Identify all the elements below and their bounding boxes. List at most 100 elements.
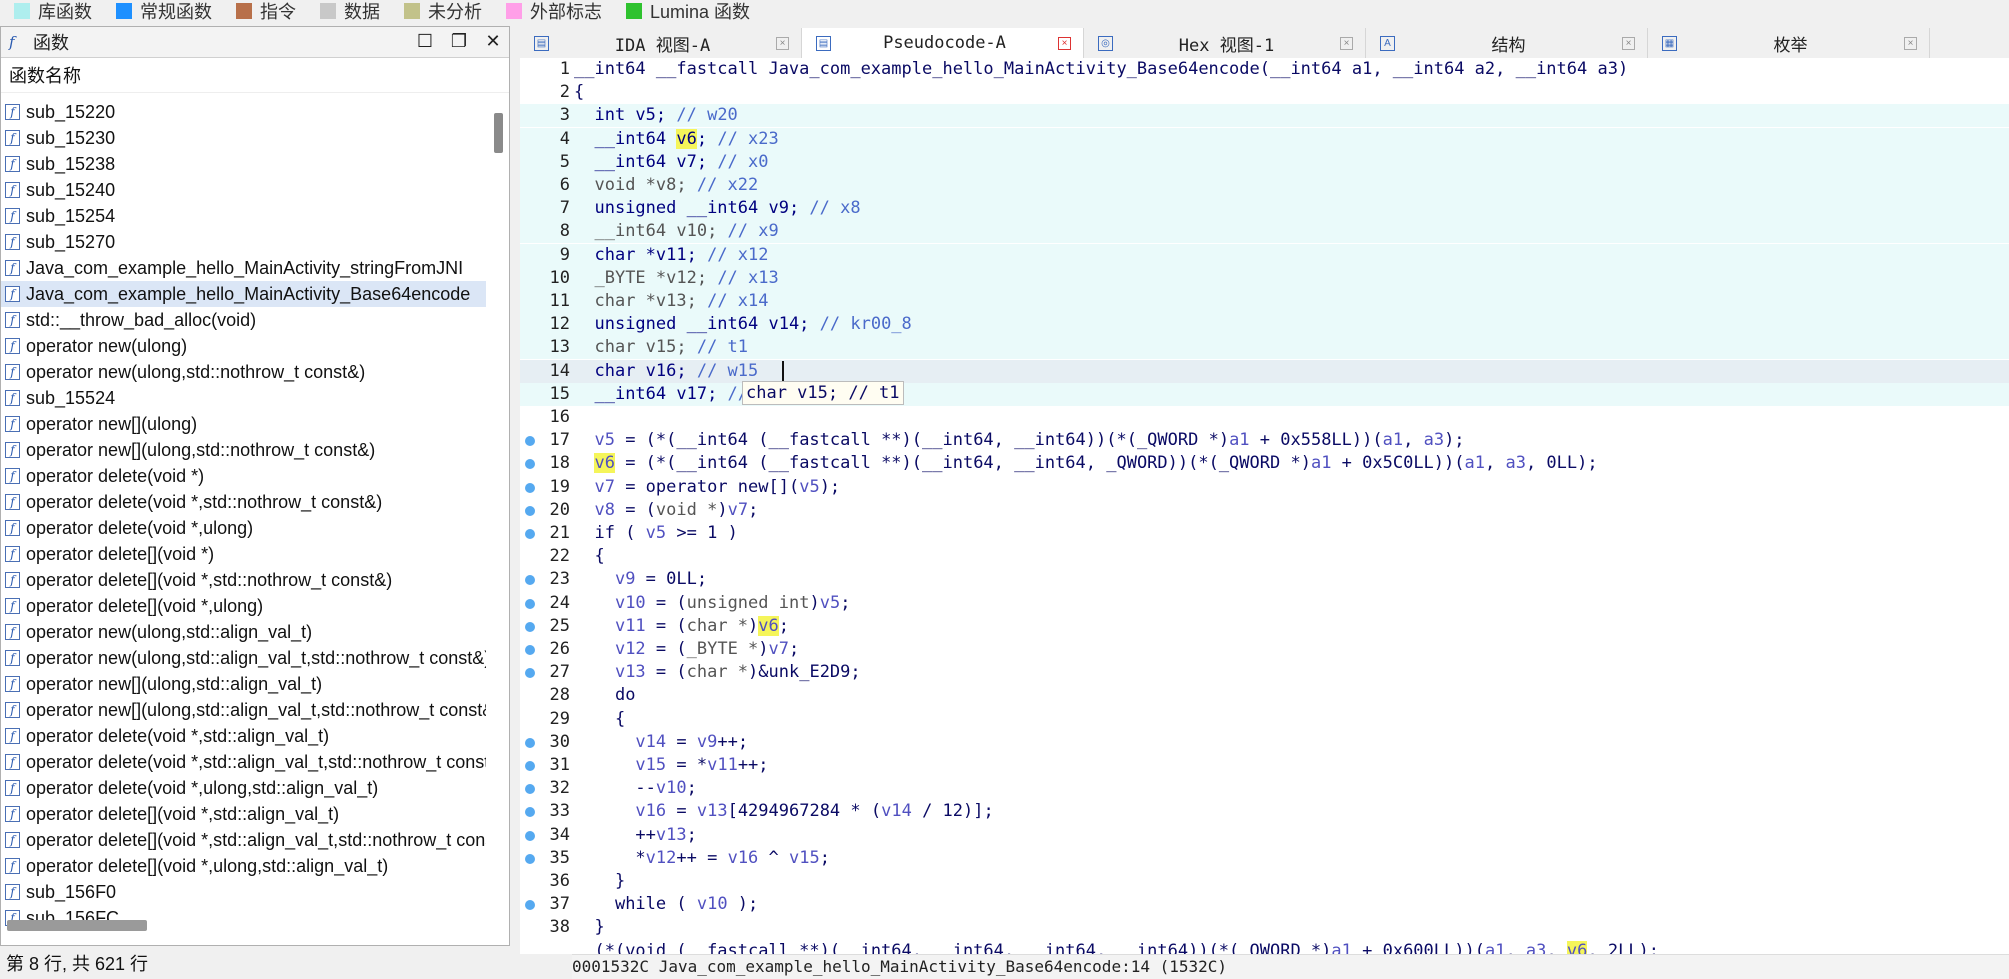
code-line[interactable]: 19 v7 = operator new[](v5); xyxy=(520,476,2009,499)
function-icon: f xyxy=(5,806,20,822)
function-list-item[interactable]: f operator new(ulong) xyxy=(1,333,486,359)
code-line[interactable]: 28 do xyxy=(520,684,2009,707)
function-list-item[interactable]: f sub_15230 xyxy=(1,125,486,151)
function-list-item[interactable]: f operator delete[](void *,std::nothrow_t… xyxy=(1,567,486,593)
horizontal-scrollbar[interactable] xyxy=(7,920,147,931)
function-list-item[interactable]: f operator new[](ulong) xyxy=(1,411,486,437)
function-list-item[interactable]: f operator delete[](void *,ulong) xyxy=(1,593,486,619)
tab-close-icon[interactable]: × xyxy=(1340,36,1353,50)
code-line[interactable]: 20 v8 = (void *)v7; xyxy=(520,499,2009,522)
code-line[interactable]: 31 v15 = *v11++; xyxy=(520,754,2009,777)
code-line[interactable]: 16 xyxy=(520,406,2009,429)
code-line[interactable]: 37 while ( v10 ); xyxy=(520,893,2009,916)
column-header-function-name[interactable]: 函数名称 xyxy=(1,58,509,93)
code-line[interactable]: 12 unsigned __int64 v14; // kr00_8 xyxy=(520,313,2009,337)
code-line[interactable]: 18 v6 = (*(__int64 (__fastcall **)(__int… xyxy=(520,452,2009,475)
function-list-item[interactable]: f sub_15238 xyxy=(1,151,486,177)
function-list-item[interactable]: f sub_15240 xyxy=(1,177,486,203)
function-list-item[interactable]: f operator delete(void *,std::align_val_t… xyxy=(1,749,486,775)
function-list-item[interactable]: f Java_com_example_hello_MainActivity_Bas… xyxy=(1,281,486,307)
function-list-item[interactable]: f operator delete(void *,ulong,std::align… xyxy=(1,775,486,801)
function-icon: f xyxy=(5,546,20,562)
tab-close-icon[interactable]: × xyxy=(1622,36,1635,50)
code-line[interactable]: 1 __int64 __fastcall Java_com_example_hel… xyxy=(520,58,2009,81)
tab-0[interactable]: ▤ IDA 视图-A × xyxy=(520,28,802,58)
tab-4[interactable]: ▦ 枚举 × xyxy=(1648,28,1930,58)
code-line[interactable]: 4 __int64 v6; // x23 xyxy=(520,127,2009,151)
code-line[interactable]: 30 v14 = v9++; xyxy=(520,731,2009,754)
function-list-item[interactable]: f operator new[](ulong,std::align_val_t,s… xyxy=(1,697,486,723)
code-line[interactable]: 2{ xyxy=(520,81,2009,104)
code-line[interactable]: 14 char v16; // w15 xyxy=(520,359,2009,383)
code-line[interactable]: 3 int v5; // w20 xyxy=(520,104,2009,128)
code-line[interactable]: 7 unsigned __int64 v9; // x8 xyxy=(520,197,2009,221)
function-list-item[interactable]: f Java_com_example_hello_MainActivity_str… xyxy=(1,255,486,281)
function-list-item[interactable]: f operator delete(void *,std::align_val_t… xyxy=(1,723,486,749)
restore-icon[interactable]: ❐ xyxy=(449,31,469,52)
code-line[interactable]: 29 { xyxy=(520,708,2009,731)
function-list-item[interactable]: f sub_15254 xyxy=(1,203,486,229)
code-text: v14 = v9++; xyxy=(635,731,749,752)
code-line[interactable]: (*(void (__fastcall **)(__int64, __int64… xyxy=(520,940,2009,954)
tab-close-icon[interactable]: × xyxy=(1058,36,1071,50)
function-list-status: 第 8 行, 共 621 行 xyxy=(6,954,149,974)
code-line[interactable]: 25 v11 = (char *)v6; xyxy=(520,615,2009,638)
function-list-item[interactable]: f operator new(ulong,std::align_val_t,std… xyxy=(1,645,486,671)
function-list-item[interactable]: f operator delete(void *,ulong) xyxy=(1,515,486,541)
code-line[interactable]: 38 } xyxy=(520,916,2009,939)
function-name: std::__throw_bad_alloc(void) xyxy=(26,309,257,330)
line-number: 15 xyxy=(549,383,570,404)
code-line[interactable]: 34 ++v13; xyxy=(520,824,2009,847)
function-list-item[interactable]: f operator new(ulong,std::nothrow_t const… xyxy=(1,359,486,385)
code-line[interactable]: 9 char *v11; // x12 xyxy=(520,243,2009,267)
close-icon[interactable]: ✕ xyxy=(483,31,503,52)
function-list-item[interactable]: f operator new(ulong,std::align_val_t) xyxy=(1,619,486,645)
function-list-item[interactable]: f sub_15220 xyxy=(1,99,486,125)
tab-label: Pseudocode-A xyxy=(883,33,1006,53)
function-list-item[interactable]: f sub_15270 xyxy=(1,229,486,255)
code-line[interactable]: 6 void *v8; // x22 xyxy=(520,174,2009,197)
code-line[interactable]: 22 { xyxy=(520,545,2009,568)
function-list-item[interactable]: f std::__throw_bad_alloc(void) xyxy=(1,307,486,333)
code-line[interactable]: 21 if ( v5 >= 1 ) xyxy=(520,522,2009,545)
function-list-item[interactable]: f operator delete(void *,std::nothrow_t c… xyxy=(1,489,486,515)
function-list-item[interactable]: f operator delete(void *) xyxy=(1,463,486,489)
code-line[interactable]: 11 char *v13; // x14 xyxy=(520,290,2009,313)
line-number: 28 xyxy=(549,685,570,706)
legend-item: 指令 xyxy=(236,0,296,24)
code-line[interactable]: 32 --v10; xyxy=(520,777,2009,800)
maximize-icon[interactable]: ☐ xyxy=(415,31,435,52)
pseudocode-view[interactable]: 1 __int64 __fastcall Java_com_example_hel… xyxy=(520,58,2009,954)
function-list-item[interactable]: f sub_15524 xyxy=(1,385,486,411)
function-name: operator new[](ulong,std::nothrow_t cons… xyxy=(26,439,376,460)
tab-close-icon[interactable]: × xyxy=(776,36,789,50)
function-list-item[interactable]: f operator new[](ulong,std::align_val_t) xyxy=(1,671,486,697)
tab-2[interactable]: ◎ Hex 视图-1 × xyxy=(1084,28,1366,58)
code-line[interactable]: 24 v10 = (unsigned int)v5; xyxy=(520,592,2009,615)
tab-close-icon[interactable]: × xyxy=(1904,36,1917,50)
code-line[interactable]: 33 v16 = v13[4294967284 * (v14 / 12)]; xyxy=(520,800,2009,823)
vertical-scrollbar[interactable] xyxy=(494,113,503,153)
code-line[interactable]: 8 __int64 v10; // x9 xyxy=(520,220,2009,244)
code-line[interactable]: 35 *v12++ = v16 ^ v15; xyxy=(520,847,2009,870)
code-line[interactable]: 27 v13 = (char *)&unk_E2D9; xyxy=(520,661,2009,684)
code-line[interactable]: 17 v5 = (*(__int64 (__fastcall **)(__int… xyxy=(520,429,2009,452)
function-list-item[interactable]: f operator delete[](void *,ulong,std::ali… xyxy=(1,853,486,879)
tab-view-icon: ▤ xyxy=(816,35,831,51)
function-list-item[interactable]: f operator delete[](void *) xyxy=(1,541,486,567)
function-list-item[interactable]: f operator delete[](void *,std::align_val… xyxy=(1,827,486,853)
code-line[interactable]: 23 v9 = 0LL; xyxy=(520,568,2009,591)
code-line[interactable]: 13 char v15; // t1 xyxy=(520,336,2009,360)
function-name: operator new[](ulong,std::align_val_t) xyxy=(26,673,323,694)
code-line[interactable]: 36 } xyxy=(520,870,2009,893)
function-list-item[interactable]: f sub_156F0 xyxy=(1,879,486,905)
function-icon: f xyxy=(5,468,20,484)
tab-1[interactable]: ▤ Pseudocode-A × xyxy=(802,28,1084,58)
code-line[interactable]: 10 _BYTE *v12; // x13 xyxy=(520,266,2009,290)
code-line[interactable]: 5 __int64 v7; // x0 xyxy=(520,150,2009,174)
line-number: 4 xyxy=(559,128,570,149)
code-line[interactable]: 26 v12 = (_BYTE *)v7; xyxy=(520,638,2009,661)
tab-3[interactable]: A 结构 × xyxy=(1366,28,1648,58)
function-list-item[interactable]: f operator new[](ulong,std::nothrow_t con… xyxy=(1,437,486,463)
function-list-item[interactable]: f operator delete[](void *,std::align_val… xyxy=(1,801,486,827)
